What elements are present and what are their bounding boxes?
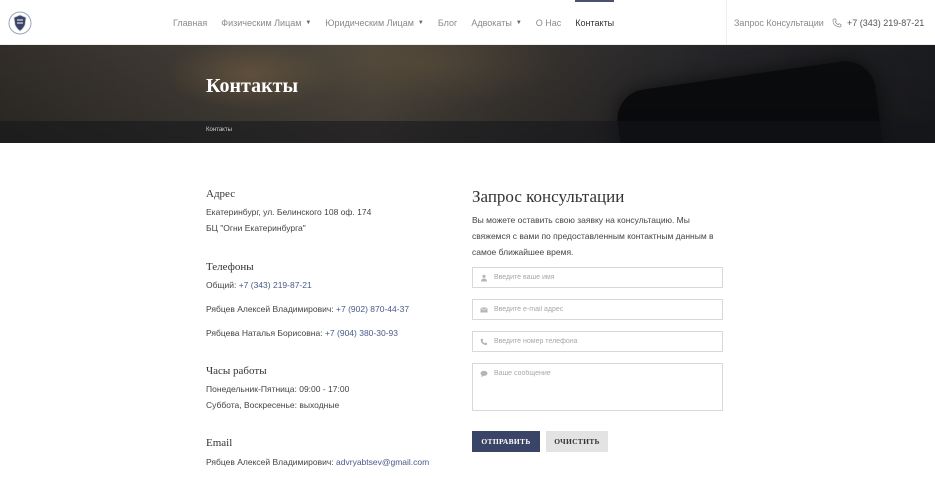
- nav-item-label: Главная: [173, 17, 208, 28]
- header-phone[interactable]: +7 (343) 219-87-21: [832, 0, 924, 45]
- nav-item-blog[interactable]: Блог: [438, 0, 457, 45]
- header-divider: [726, 0, 727, 45]
- nav-item-label: Физическим Лицам: [221, 17, 302, 28]
- nav-item-label: Блог: [437, 17, 458, 28]
- speech-bubble-icon: [480, 370, 488, 378]
- nav-item-about[interactable]: О Нас: [536, 0, 562, 45]
- email-heading: Email: [206, 437, 233, 449]
- nav-item-label: Контакты: [575, 17, 615, 28]
- phone-general-label: Общий:: [206, 280, 239, 290]
- main-nav: Главная Физическим Лицам ▼ Юридическим Ли…: [173, 0, 628, 45]
- email-line: Рябцев Алексей Владимирович: advryabtsev…: [206, 457, 429, 467]
- hours-weekend: Суббота, Воскресенье: выходные: [206, 400, 340, 410]
- hours-heading: Часы работы: [206, 365, 267, 377]
- address-line-1: Екатеринбург, ул. Белинского 108 оф. 174: [206, 207, 372, 217]
- phone-icon: [832, 18, 842, 27]
- nav-item-home[interactable]: Главная: [173, 0, 207, 45]
- nav-item-label: Адвокаты: [471, 17, 512, 28]
- envelope-icon: [480, 306, 488, 312]
- nav-item-lawyers[interactable]: Адвокаты ▼: [471, 0, 521, 45]
- submit-button[interactable]: ОТПРАВИТЬ: [472, 431, 540, 452]
- email-link[interactable]: advryabtsev@gmail.com: [336, 457, 429, 467]
- header-phone-number: +7 (343) 219-87-21: [847, 17, 925, 28]
- phone-person-2: Рябцева Наталья Борисовна: +7 (904) 380-…: [206, 328, 398, 338]
- nav-item-contacts[interactable]: Контакты: [575, 0, 614, 45]
- address-heading: Адрес: [206, 188, 236, 200]
- phones-heading: Телефоны: [206, 261, 254, 273]
- address-line-2: БЦ "Огни Екатеринбурга": [206, 223, 306, 233]
- nav-item-label: О Нас: [535, 17, 562, 28]
- email-field[interactable]: [472, 299, 723, 320]
- site-header: Главная Физическим Лицам ▼ Юридическим Ли…: [0, 0, 935, 45]
- form-title: Запрос консультации: [472, 187, 625, 206]
- message-textarea[interactable]: [494, 370, 714, 406]
- user-icon: [481, 274, 487, 281]
- message-field[interactable]: [472, 363, 723, 411]
- consultation-request-link[interactable]: Запрос Консультации: [734, 0, 824, 45]
- caret-down-icon: ▼: [305, 19, 312, 26]
- phone-icon: [480, 338, 487, 345]
- caret-down-icon: ▼: [515, 19, 522, 26]
- phone-person-1: Рябцев Алексей Владимирович: +7 (902) 87…: [206, 304, 409, 314]
- clear-button[interactable]: ОЧИСТИТЬ: [546, 431, 608, 452]
- phone-person-2-link[interactable]: +7 (904) 380-30-93: [325, 328, 398, 338]
- nav-item-individuals[interactable]: Физическим Лицам ▼: [221, 0, 311, 45]
- email-label: Рябцев Алексей Владимирович:: [206, 457, 337, 467]
- phone-field[interactable]: [472, 331, 723, 352]
- caret-down-icon: ▼: [417, 19, 424, 26]
- phone-input[interactable]: [494, 338, 714, 345]
- hours-weekdays: Понедельник-Пятница: 09:00 - 17:00: [206, 384, 350, 394]
- breadcrumb[interactable]: Контакты: [206, 127, 232, 133]
- phone-general: Общий: +7 (343) 219-87-21: [206, 280, 312, 290]
- page-title: Контакты: [206, 75, 299, 97]
- nav-item-label: Юридическим Лицам: [325, 17, 414, 28]
- phone-person-1-label: Рябцев Алексей Владимирович:: [206, 304, 337, 314]
- shield-crest-icon[interactable]: [8, 11, 32, 35]
- name-field[interactable]: [472, 267, 723, 288]
- phone-person-2-label: Рябцева Наталья Борисовна:: [206, 328, 325, 338]
- phone-general-link[interactable]: +7 (343) 219-87-21: [239, 280, 312, 290]
- nav-item-legal-entities[interactable]: Юридическим Лицам ▼: [325, 0, 424, 45]
- name-input[interactable]: [494, 274, 714, 281]
- page-hero: Контакты Контакты: [0, 45, 935, 143]
- email-input[interactable]: [494, 306, 714, 313]
- phone-person-1-link[interactable]: +7 (902) 870-44-37: [336, 304, 409, 314]
- form-description: Вы можете оставить свою заявку на консул…: [472, 215, 714, 257]
